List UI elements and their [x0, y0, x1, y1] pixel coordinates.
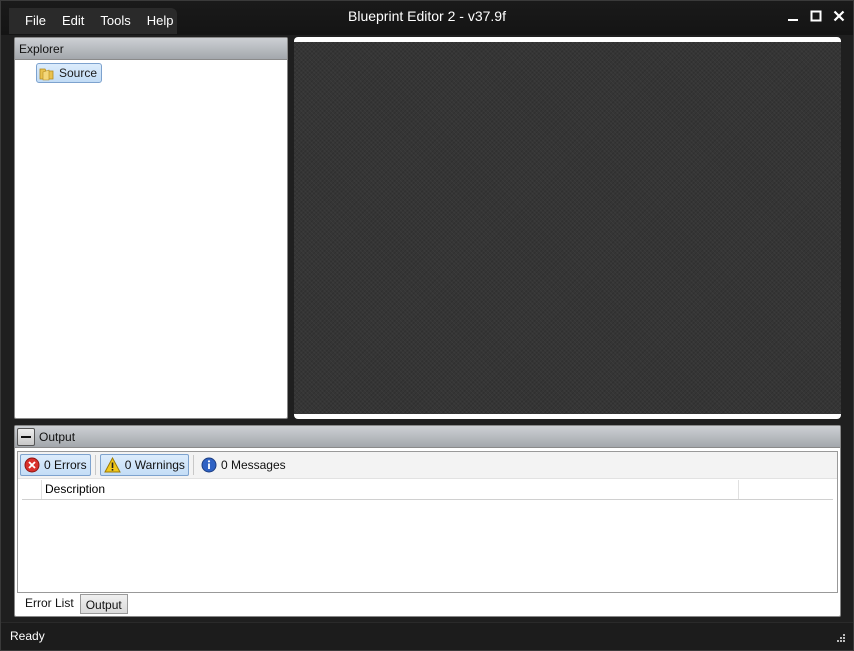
- output-header: Output: [15, 426, 840, 448]
- close-icon: [833, 10, 844, 22]
- editor-canvas-frame: [294, 37, 841, 419]
- maximize-button[interactable]: [807, 7, 824, 25]
- errors-filter-button[interactable]: 0 Errors: [20, 454, 91, 476]
- column-header-icon[interactable]: [22, 480, 42, 499]
- output-tabs: Error List Output: [19, 593, 128, 614]
- status-bar: Ready: [1, 622, 853, 650]
- resize-grip-icon[interactable]: [835, 634, 845, 644]
- explorer-header: Explorer: [15, 38, 287, 60]
- toolbar-separator: [94, 455, 96, 475]
- output-panel: Output 0 Errors 0 Warnings 0 Messages De…: [14, 425, 841, 617]
- output-title: Output: [39, 429, 76, 444]
- error-list: 0 Errors 0 Warnings 0 Messages Descripti…: [17, 451, 838, 593]
- app-window: File Edit Tools Help Blueprint Editor 2 …: [0, 0, 854, 651]
- minimize-icon: [787, 19, 798, 21]
- menu-edit[interactable]: Edit: [54, 8, 92, 34]
- window-controls: [784, 7, 847, 25]
- warnings-filter-button[interactable]: 0 Warnings: [99, 454, 189, 476]
- close-button[interactable]: [830, 7, 847, 25]
- folder-icon: [39, 66, 55, 81]
- messages-filter-button[interactable]: 0 Messages: [198, 454, 289, 476]
- errors-count: 0 Errors: [44, 458, 87, 472]
- column-header-extra[interactable]: [739, 480, 833, 499]
- toolbar-separator: [192, 455, 194, 475]
- error-list-toolbar: 0 Errors 0 Warnings 0 Messages: [18, 452, 837, 479]
- menu-file[interactable]: File: [17, 8, 54, 34]
- minimize-button[interactable]: [784, 7, 801, 25]
- tree-item-label: Source: [59, 66, 98, 80]
- warning-icon: [103, 457, 121, 473]
- tab-output[interactable]: Output: [79, 594, 128, 614]
- menu-tools[interactable]: Tools: [92, 8, 138, 34]
- explorer-panel: Explorer Source: [14, 37, 288, 419]
- error-icon: [24, 457, 40, 473]
- title-bar: File Edit Tools Help Blueprint Editor 2 …: [1, 1, 853, 35]
- tab-error-list[interactable]: Error List: [19, 593, 80, 614]
- warnings-count: 0 Warnings: [124, 458, 185, 472]
- error-list-column-headers: Description: [22, 480, 833, 500]
- column-header-description[interactable]: Description: [42, 480, 739, 499]
- maximize-icon: [810, 10, 821, 22]
- messages-count: 0 Messages: [220, 458, 286, 472]
- menu-bar: File Edit Tools Help: [9, 8, 177, 34]
- status-text: Ready: [10, 629, 45, 643]
- tree-item-source[interactable]: Source: [36, 63, 103, 83]
- menu-help[interactable]: Help: [139, 8, 182, 34]
- minus-icon: [21, 435, 31, 438]
- collapse-output-button[interactable]: [17, 427, 35, 446]
- info-icon: [201, 457, 217, 473]
- editor-canvas[interactable]: [294, 42, 841, 414]
